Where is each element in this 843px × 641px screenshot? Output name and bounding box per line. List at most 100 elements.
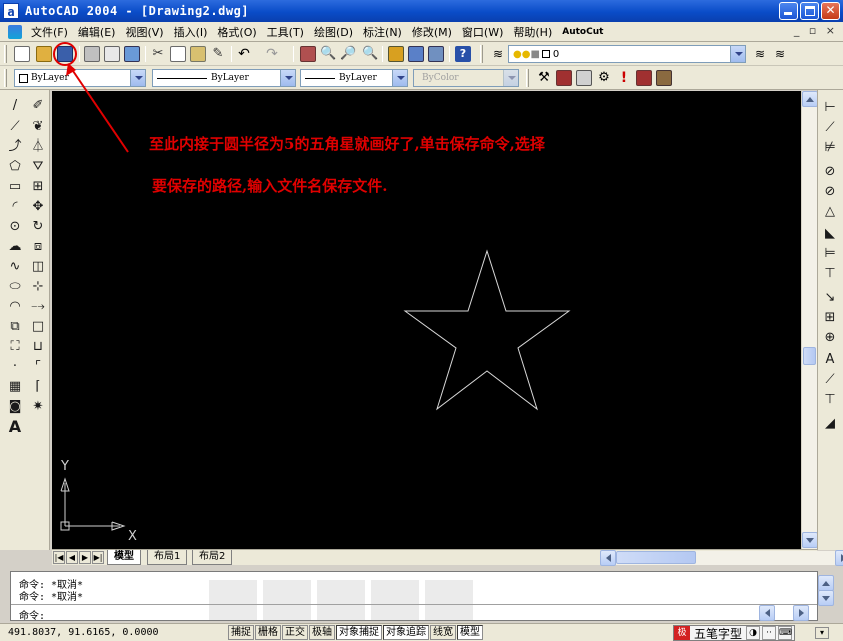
zoom-window-icon[interactable]: 🔎 — [340, 46, 356, 62]
command-prompt[interactable]: 命令: — [19, 607, 45, 622]
punctuation-icon[interactable]: ·· — [762, 626, 777, 640]
command-scroll-down-button[interactable] — [818, 590, 834, 606]
polyline-icon[interactable]: ⤴ — [7, 139, 23, 155]
previous-tab-button[interactable]: ◀ — [66, 551, 78, 564]
menu-insert[interactable]: 插入(I) — [169, 24, 213, 40]
tab-layout2[interactable]: 布局2 — [192, 550, 233, 565]
ordinate-dimension-icon[interactable]: ⊭ — [822, 140, 838, 156]
chevron-down-icon[interactable] — [130, 70, 145, 86]
dimension-edit-icon[interactable]: A — [822, 352, 838, 368]
polygon-icon[interactable]: ⬠ — [7, 159, 23, 175]
save-icon[interactable] — [57, 46, 73, 62]
command-window[interactable]: 命令: *取消* 命令: *取消* 命令: — [10, 571, 834, 622]
offset-icon[interactable]: ⛛ — [30, 159, 46, 175]
continue-dimension-icon[interactable]: ⊤ — [822, 266, 838, 282]
open-file-icon[interactable] — [36, 46, 52, 62]
autocad-app-icon[interactable]: a — [3, 3, 19, 19]
mirror-icon[interactable]: ⏃ — [30, 139, 46, 155]
menu-draw[interactable]: 绘图(D) — [309, 24, 358, 40]
ortho-toggle[interactable]: 正交 — [282, 625, 308, 640]
next-tab-button[interactable]: ▶ — [79, 551, 91, 564]
menu-dimension[interactable]: 标注(N) — [358, 24, 407, 40]
scroll-down-button[interactable] — [802, 532, 818, 548]
arc-icon[interactable]: ◜ — [7, 199, 23, 215]
circle-icon[interactable]: ⊙ — [7, 219, 23, 235]
maximize-button[interactable] — [800, 2, 819, 20]
make-current-layer-icon[interactable]: ≋ — [752, 46, 768, 62]
dimension-style-icon[interactable]: ◢ — [822, 416, 838, 432]
command-scroll-left-button[interactable] — [759, 605, 775, 621]
break-icon[interactable]: ⊔ — [30, 339, 46, 355]
help-icon[interactable]: ? — [455, 46, 471, 62]
minimize-button[interactable] — [779, 2, 798, 20]
revision-cloud-icon[interactable]: ☁ — [7, 239, 23, 255]
half-width-icon[interactable]: ◑ — [746, 626, 761, 640]
new-file-icon[interactable] — [14, 46, 30, 62]
tolerance-icon[interactable]: ⊞ — [822, 310, 838, 326]
scale-icon[interactable]: ⧈ — [30, 239, 46, 255]
layer-previous-icon[interactable]: ≋ — [772, 46, 788, 62]
zoom-previous-icon[interactable]: 🔍 — [362, 46, 378, 62]
toolbar-grip[interactable] — [526, 69, 529, 87]
tray-menu-arrow-icon[interactable]: ▾ — [815, 627, 829, 639]
horizontal-scrollbar[interactable] — [600, 550, 843, 566]
chevron-down-icon[interactable] — [730, 46, 745, 62]
chamfer-icon[interactable]: ⌜ — [30, 359, 46, 375]
menu-file[interactable]: 文件(F) — [26, 24, 73, 40]
scroll-left-button[interactable] — [600, 550, 616, 566]
point-icon[interactable]: · — [7, 359, 23, 375]
menu-help[interactable]: 帮助(H) — [508, 24, 557, 40]
stretch-icon[interactable]: ◫ — [30, 259, 46, 275]
first-tab-button[interactable]: |◀ — [53, 551, 65, 564]
cut-icon[interactable]: ✂ — [150, 46, 166, 62]
toolbar-grip[interactable] — [4, 45, 7, 63]
plot-icon[interactable] — [84, 46, 100, 62]
polar-toggle[interactable]: 极轴 — [309, 625, 335, 640]
plot-preview-icon[interactable] — [104, 46, 120, 62]
express-tool-icon[interactable]: ⚒ — [536, 70, 552, 86]
layer-dropdown[interactable]: ● ● ■ 0 — [508, 45, 746, 63]
make-block-icon[interactable]: ⛶ — [7, 339, 23, 355]
close-button[interactable]: ✕ — [821, 2, 840, 20]
tab-model[interactable]: 模型 — [107, 550, 141, 565]
undo-icon[interactable]: ↶ — [236, 46, 252, 62]
match-properties-icon[interactable]: ✎ — [210, 46, 226, 62]
paste-icon[interactable] — [190, 46, 206, 62]
menu-view[interactable]: 视图(V) — [120, 24, 168, 40]
command-scroll-right-button[interactable] — [793, 605, 809, 621]
diameter-dimension-icon[interactable]: ⊘ — [822, 184, 838, 200]
vertical-scrollbar[interactable] — [801, 91, 818, 549]
express-image-icon[interactable] — [636, 70, 652, 86]
extend-icon[interactable]: ⤍ — [30, 299, 46, 315]
pan-icon[interactable] — [300, 46, 316, 62]
toolbar-grip[interactable] — [4, 69, 7, 87]
soft-keyboard-icon[interactable]: ⌨ — [778, 626, 793, 640]
erase-icon[interactable]: ✐ — [30, 98, 46, 114]
construction-line-icon[interactable]: ⟋ — [7, 119, 23, 135]
command-scroll-up-button[interactable] — [818, 575, 834, 591]
insert-block-icon[interactable]: ⧉ — [7, 319, 23, 335]
vertical-scroll-thumb[interactable] — [803, 347, 816, 365]
lineweight-dropdown[interactable]: ByLayer — [300, 69, 408, 87]
linetype-dropdown[interactable]: ByLayer — [152, 69, 296, 87]
chevron-down-icon[interactable] — [280, 70, 295, 86]
design-center-icon[interactable] — [408, 46, 424, 62]
ellipse-arc-icon[interactable]: ◠ — [7, 299, 23, 315]
baseline-dimension-icon[interactable]: ⊨ — [822, 246, 838, 262]
line-icon[interactable]: / — [7, 98, 23, 114]
input-method-bar[interactable]: 极 五笔字型 ◑ ·· ⌨ — [673, 625, 796, 641]
color-dropdown[interactable]: ByLayer — [14, 69, 146, 87]
break-at-point-icon[interactable]: □ — [30, 319, 46, 335]
layer-manager-icon[interactable]: ≋ — [490, 46, 506, 62]
document-icon[interactable] — [8, 24, 22, 39]
dimension-update-icon[interactable]: ⊤ — [822, 392, 838, 408]
explode-icon[interactable]: ✷ — [30, 399, 46, 415]
rectangle-icon[interactable]: ▭ — [7, 179, 23, 195]
center-mark-icon[interactable]: ⊕ — [822, 330, 838, 346]
redo-icon[interactable]: ↷ — [264, 46, 280, 62]
express-layer-icon[interactable]: ⚙ — [596, 70, 612, 86]
osnap-toggle[interactable]: 对象捕捉 — [336, 625, 382, 640]
scroll-up-button[interactable] — [802, 91, 818, 107]
menu-edit[interactable]: 编辑(E) — [73, 24, 121, 40]
model-space-toggle[interactable]: 模型 — [457, 625, 483, 640]
